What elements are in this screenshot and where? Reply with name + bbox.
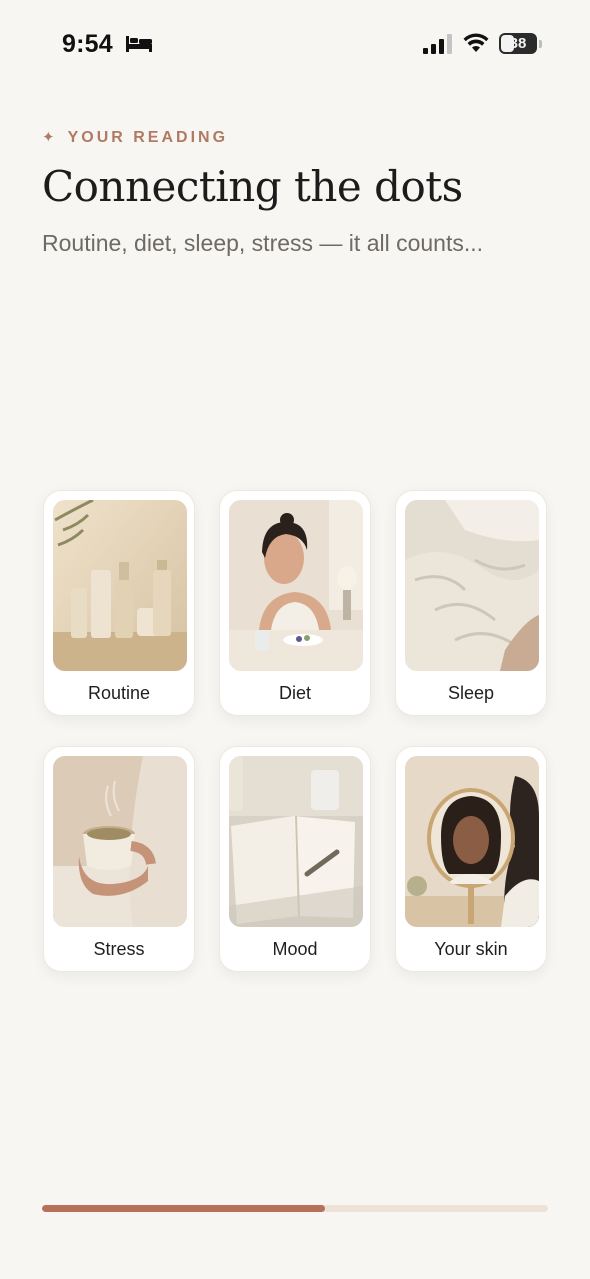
journal-notebook-photo	[229, 756, 363, 927]
progress-fill	[42, 1205, 326, 1212]
card-label: Diet	[278, 683, 311, 703]
card-label: Sleep	[447, 683, 495, 703]
card-mood[interactable]: Mood	[219, 746, 371, 972]
card-label: Routine	[87, 683, 151, 703]
signal-icon	[423, 34, 452, 54]
skincare-products-photo	[53, 500, 187, 671]
card-sleep[interactable]: Sleep	[395, 490, 547, 716]
card-your-skin[interactable]: Your skin	[395, 746, 547, 972]
woman-breakfast-photo	[229, 500, 363, 671]
card-diet[interactable]: Diet	[219, 490, 371, 716]
woman-mirror-photo	[405, 756, 539, 927]
bed-linen-photo	[405, 500, 539, 671]
card-label: Your skin	[434, 939, 508, 959]
page-title: Connecting the dots	[42, 162, 463, 211]
battery-cap	[539, 40, 542, 48]
section-eyebrow: ✦ YOUR READING	[42, 128, 228, 147]
status-time: 9:54	[62, 30, 113, 58]
hands-holding-tea-photo	[53, 756, 187, 927]
wifi-icon	[463, 33, 489, 52]
card-label: Mood	[272, 939, 318, 959]
battery-icon: 38	[499, 33, 537, 54]
eyebrow-label: YOUR READING	[67, 129, 229, 146]
progress-bar	[42, 1205, 548, 1212]
page-subtitle: Routine, diet, sleep, stress — it all co…	[42, 230, 484, 256]
factor-grid: Routine Diet Sleep Stress Mood Your skin	[43, 490, 547, 972]
battery-percent: 38	[509, 35, 527, 52]
sparkle-icon: ✦	[42, 129, 58, 146]
card-label: Stress	[93, 939, 145, 959]
card-stress[interactable]: Stress	[43, 746, 195, 972]
status-bar: 9:54 38	[0, 0, 590, 90]
bed-icon	[126, 36, 152, 52]
card-routine[interactable]: Routine	[43, 490, 195, 716]
